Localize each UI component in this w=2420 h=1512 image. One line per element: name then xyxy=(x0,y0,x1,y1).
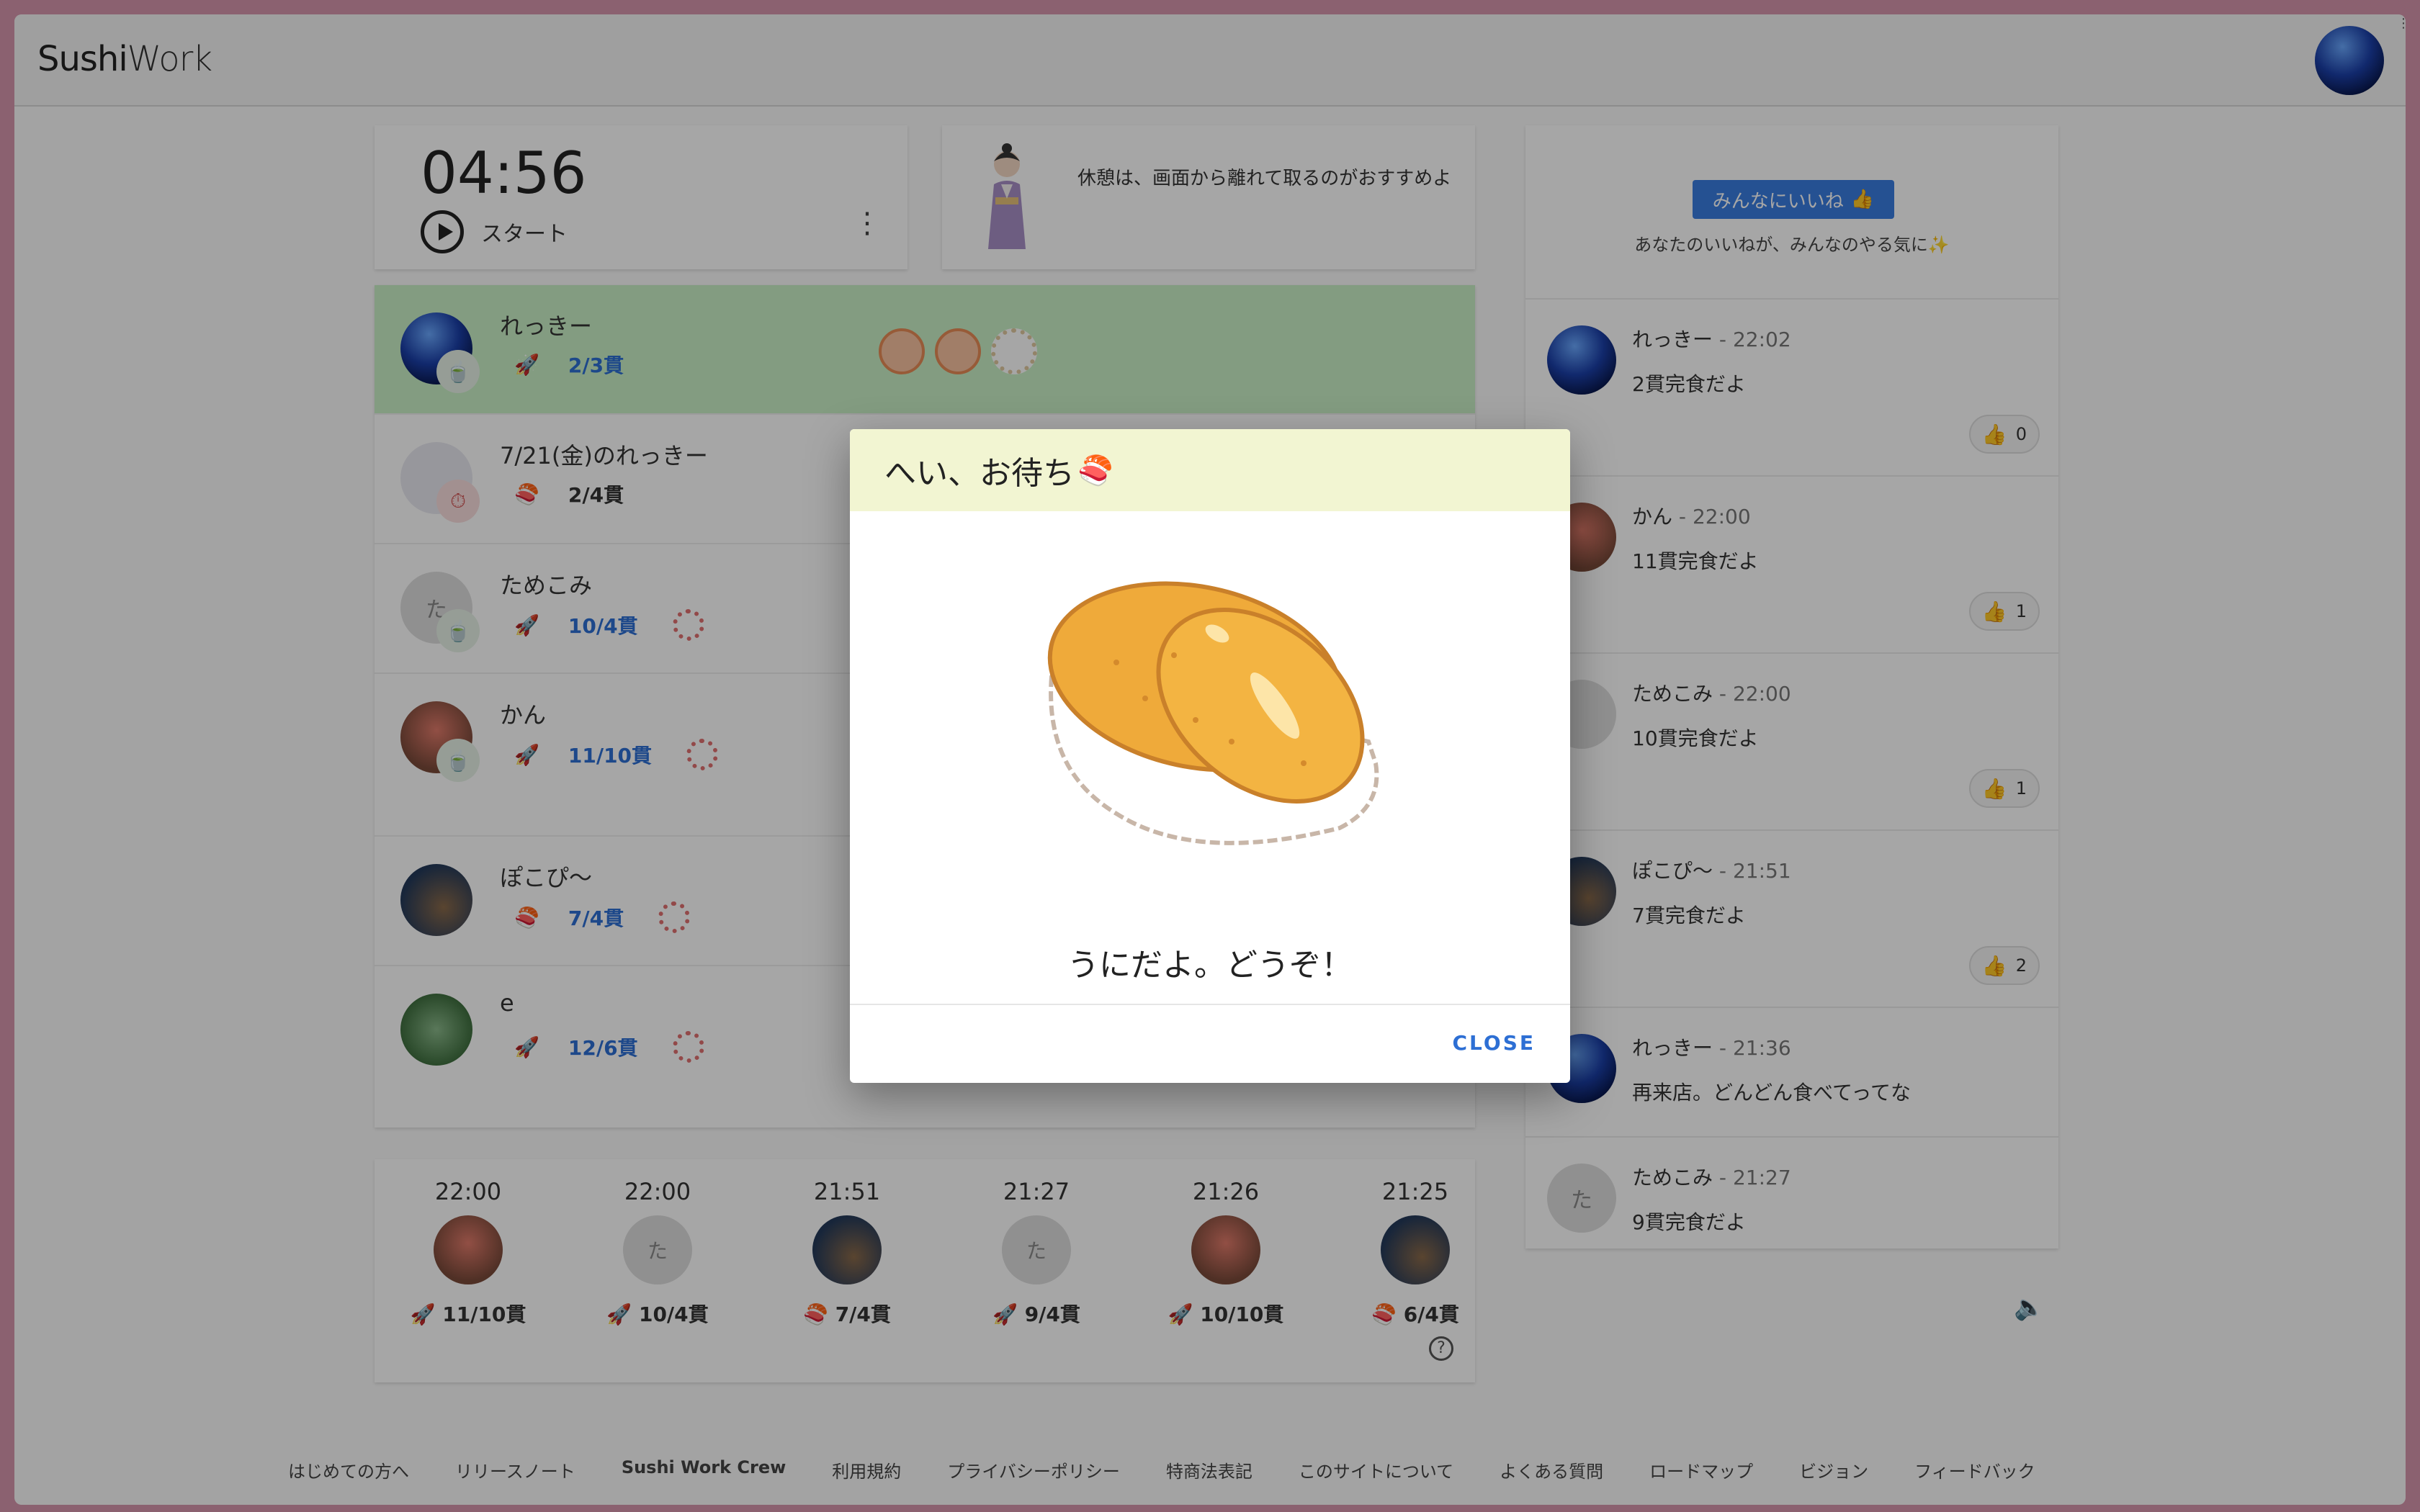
sushi-icon: 🍣 xyxy=(1077,454,1113,487)
dialog-message: うにだよ。どうぞ！ xyxy=(1067,947,1353,984)
uni-sushi-illustration xyxy=(1047,581,1379,845)
dialog-actions: CLOSE xyxy=(850,1005,1570,1083)
dialog-body: うにだよ。どうぞ！ xyxy=(850,511,1570,1005)
dialog-title: へい、お待ち xyxy=(884,455,1075,492)
close-button[interactable]: CLOSE xyxy=(1453,1031,1536,1055)
sushi-dialog: へい、お待ち 🍣 うにだよ。どうぞ！ CLOSE xyxy=(850,429,1570,1083)
dialog-header: へい、お待ち 🍣 xyxy=(850,429,1570,511)
